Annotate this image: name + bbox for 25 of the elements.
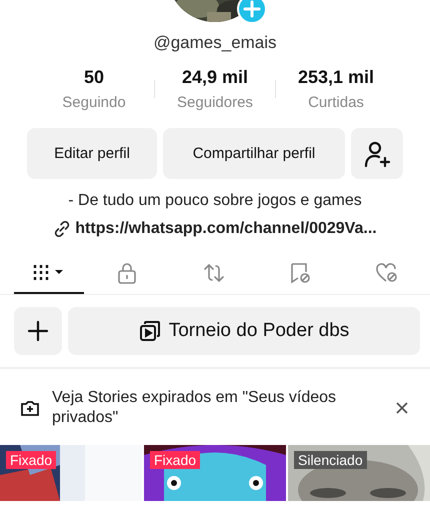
close-icon[interactable] bbox=[396, 402, 408, 414]
playlist-button[interactable]: Torneio do Poder dbs bbox=[68, 307, 420, 355]
notice-text: Veja Stories expirados em "Seus vídeos privados" bbox=[52, 388, 338, 428]
add-friend-button[interactable] bbox=[351, 128, 403, 179]
username: @games_emais bbox=[152, 33, 278, 53]
stat-value: 24,9 mil bbox=[182, 67, 248, 88]
bio-text: - De tudo um pouco sobre jogos e games bbox=[67, 192, 363, 210]
stat-label: Seguidores bbox=[177, 94, 253, 111]
video-badge: Silenciado bbox=[294, 451, 367, 469]
video-badge: Fixado bbox=[6, 451, 56, 469]
add-playlist-button[interactable] bbox=[14, 307, 62, 355]
video-badge: Fixado bbox=[150, 451, 200, 469]
stat-value: 50 bbox=[84, 67, 104, 88]
share-profile-button[interactable]: Compartilhar perfil bbox=[163, 128, 345, 179]
stat-value: 253,1 mil bbox=[298, 67, 374, 88]
camera-icon bbox=[20, 398, 40, 418]
plus-icon bbox=[27, 320, 49, 342]
link-icon bbox=[53, 220, 72, 238]
lock-icon bbox=[116, 261, 138, 285]
stat-label: Curtidas bbox=[308, 94, 364, 111]
stat-label: Seguindo bbox=[62, 94, 126, 111]
profile-link[interactable]: https://whatsapp.com/channel/0029Va... bbox=[75, 220, 377, 238]
playlist-icon bbox=[138, 320, 161, 342]
edit-profile-button[interactable]: Editar perfil bbox=[27, 128, 157, 179]
add-icon[interactable] bbox=[237, 0, 267, 24]
